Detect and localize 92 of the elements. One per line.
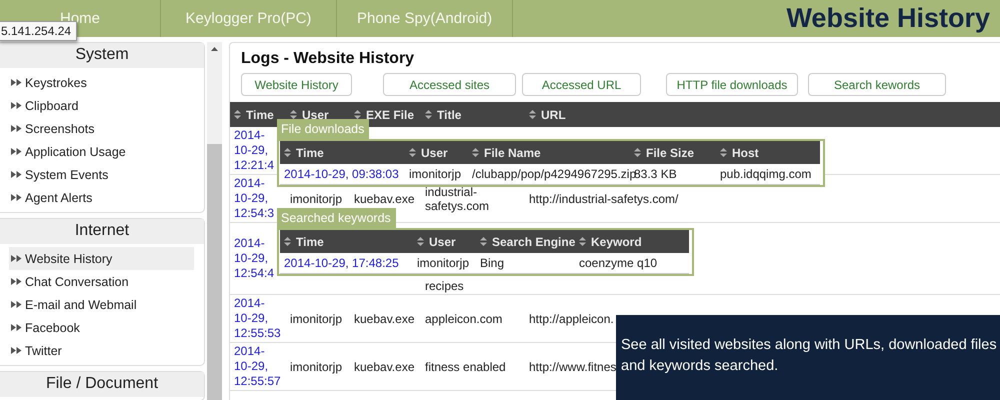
filter-button[interactable]: Website History xyxy=(241,73,352,96)
table-cell: coenzyme q10 xyxy=(579,256,658,270)
double-arrow-icon xyxy=(11,301,22,308)
sidebar-item[interactable]: Website History xyxy=(9,247,194,270)
sort-icon xyxy=(579,237,586,246)
column-header[interactable]: Time xyxy=(246,108,274,122)
sort-icon xyxy=(472,148,479,157)
table-cell: 2014- 10-29, 12:55:57 xyxy=(234,344,281,388)
double-arrow-icon xyxy=(11,102,22,109)
table-cell: kuebav.exe xyxy=(354,312,414,326)
table-cell: imonitorjp xyxy=(409,167,462,181)
table-cell: http://appleicon. xyxy=(529,312,614,326)
table-cell: appleicon.com xyxy=(425,312,502,326)
double-arrow-icon xyxy=(11,148,22,155)
sort-icon xyxy=(634,148,641,157)
sidebar-item[interactable]: Agent Alerts xyxy=(0,186,194,209)
sort-icon xyxy=(284,237,291,246)
section-label: Searched keywords xyxy=(277,208,396,228)
double-arrow-icon xyxy=(11,324,22,331)
column-header[interactable]: User xyxy=(302,108,329,122)
table-cell: Bing xyxy=(480,256,504,270)
table-cell: imonitorjp xyxy=(417,256,470,270)
double-arrow-icon xyxy=(11,194,22,201)
column-header[interactable]: Time xyxy=(296,234,324,248)
column-header[interactable]: User xyxy=(429,234,456,248)
column-header[interactable]: Keyword xyxy=(591,234,642,248)
table-cell: kuebav.exe xyxy=(354,360,414,374)
ip-tooltip: 5.141.254.24 xyxy=(0,21,78,41)
column-header[interactable]: User xyxy=(421,146,448,160)
double-arrow-icon xyxy=(11,347,22,354)
table-cell: imonitorjp xyxy=(290,312,342,326)
table-cell: 2014-10-29, 09:38:03 xyxy=(284,167,399,181)
sort-icon xyxy=(720,148,727,157)
column-header[interactable]: Title xyxy=(437,108,462,122)
sort-icon xyxy=(290,110,297,119)
sidebar-item[interactable]: Keystrokes xyxy=(0,71,194,94)
sort-icon xyxy=(284,148,291,157)
section-header: File / Document xyxy=(0,372,204,397)
column-header[interactable]: Host xyxy=(732,146,759,160)
sidebar-item[interactable]: E-mail and Webmail xyxy=(0,293,194,316)
sidebar-item[interactable]: Application Usage xyxy=(0,140,194,163)
table-cell: 2014- 10-29, 12:55:53 xyxy=(234,296,281,340)
section-label: File downloads xyxy=(277,119,370,139)
double-arrow-icon xyxy=(11,278,22,285)
caption-text: See all visited websites along with URLs, downloaded files and keywords searched. xyxy=(621,336,998,376)
sort-icon xyxy=(480,237,487,246)
table-cell: fitness enabled xyxy=(425,360,506,374)
sidebar-item[interactable]: Screenshots xyxy=(0,117,194,140)
double-arrow-icon xyxy=(11,125,22,132)
table-cell: 2014- 10-29, 12:21:4 xyxy=(234,128,274,172)
table-cell: /clubapp/pop/p4294967295.zip xyxy=(472,167,636,181)
sort-icon xyxy=(529,110,536,119)
sidebar-item[interactable]: System Events xyxy=(0,163,194,186)
table-cell: kuebav.exe xyxy=(354,192,414,206)
table-cell: 2014- 10-29, 12:54:4 xyxy=(234,236,274,280)
filter-button[interactable]: Search kewords xyxy=(808,73,946,96)
double-arrow-icon xyxy=(11,255,22,262)
table-cell: pub.idqqimg.com xyxy=(720,167,812,181)
table-cell: 2014-10-29, 17:48:25 xyxy=(284,256,399,270)
filter-button[interactable]: HTTP file downloads xyxy=(666,73,798,96)
filter-button[interactable]: Accessed sites xyxy=(383,73,516,96)
column-header[interactable]: Search Engine xyxy=(492,234,576,248)
table-cell: http://www.fitnes xyxy=(529,360,616,374)
table-cell: 2014- 10-29, 12:54:3 xyxy=(234,176,274,220)
section-header: Internet xyxy=(0,219,204,244)
table-cell: recipes xyxy=(425,279,464,293)
column-header[interactable]: File Size xyxy=(646,146,694,160)
double-arrow-icon xyxy=(11,171,22,178)
column-header[interactable]: EXE File xyxy=(366,108,414,122)
section-header: System xyxy=(0,43,204,68)
sort-icon xyxy=(425,110,432,119)
sort-icon xyxy=(354,110,361,119)
double-arrow-icon xyxy=(11,79,22,86)
page-title: Website History xyxy=(786,3,990,34)
table-cell: industrial-safetys.com xyxy=(425,184,490,212)
sidebar-item[interactable]: Twitter xyxy=(0,339,194,362)
sort-icon xyxy=(417,237,424,246)
table-cell: 83.3 KB xyxy=(634,167,677,181)
table-cell: imonitorjp xyxy=(290,192,342,206)
sidebar-item[interactable]: Facebook xyxy=(0,316,194,339)
column-header[interactable]: Time xyxy=(296,146,324,160)
sort-icon xyxy=(409,148,416,157)
sidebar-item[interactable]: Clipboard xyxy=(0,94,194,117)
sort-icon xyxy=(234,110,241,119)
table-cell: http://industrial-safetys.com/ xyxy=(529,192,678,206)
sidebar-item[interactable]: Chat Conversation xyxy=(0,270,194,293)
logs-title: Logs - Website History xyxy=(240,49,416,69)
column-header[interactable]: URL xyxy=(541,108,566,122)
filter-button[interactable]: Accessed URL xyxy=(522,73,641,96)
column-header[interactable]: File Name xyxy=(484,146,541,160)
table-cell: imonitorjp xyxy=(290,360,342,374)
scrollbar-thumb[interactable] xyxy=(207,144,222,400)
